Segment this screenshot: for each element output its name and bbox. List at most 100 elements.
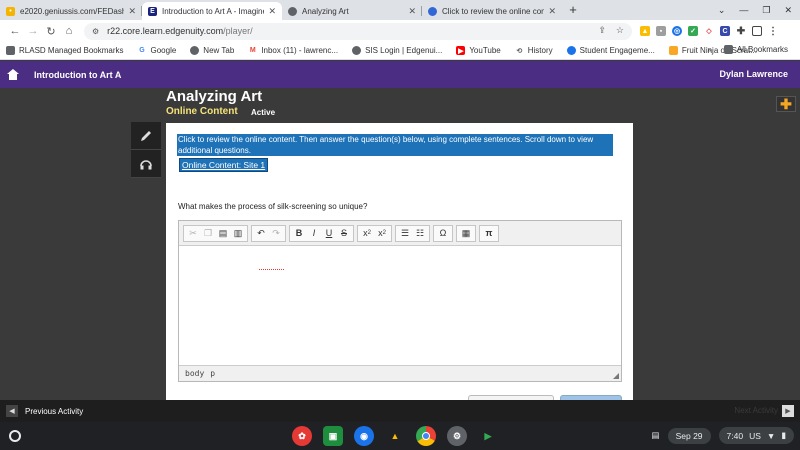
previous-activity-link[interactable]: Previous Activity: [25, 407, 83, 416]
tab-geniussis[interactable]: • e2020.geniussis.com/FEDashb ✕: [0, 2, 142, 20]
question-text: What makes the process of silk-screening…: [178, 202, 368, 211]
folder-icon: [723, 45, 733, 54]
editor-status-bar: body p: [179, 365, 621, 381]
path-p[interactable]: p: [210, 369, 215, 378]
bookmark-rlasd[interactable]: RLASD Managed Bookmarks: [6, 46, 124, 55]
drive-icon[interactable]: ▲: [640, 26, 650, 36]
main-area: Analyzing Art Online Content Active ✚ Cl…: [0, 88, 800, 401]
extension-green-icon[interactable]: ✓: [688, 26, 698, 36]
bookmark-student-engagement[interactable]: Student Engageme...: [566, 46, 655, 55]
history-icon: ⟲: [514, 46, 524, 55]
tab-introduction-to-art[interactable]: E Introduction to Art A - Imagine E ✕: [142, 2, 282, 20]
launcher-icon[interactable]: [9, 430, 21, 442]
maximize-icon[interactable]: ❐: [762, 5, 770, 16]
gmail-icon: M: [248, 46, 258, 55]
user-name[interactable]: Dylan Lawrence: [719, 69, 788, 79]
puzzle-icon[interactable]: ✚: [736, 26, 746, 37]
url-input[interactable]: ⚙ r22.core.learn.edgenuity.com/player/ ⇪…: [84, 22, 632, 40]
table-icon[interactable]: ▦: [459, 226, 473, 241]
globe-icon: [288, 6, 297, 16]
bookmark-inbox[interactable]: M Inbox (11) - lawrenc...: [248, 46, 338, 55]
new-tab-button[interactable]: +: [562, 2, 584, 20]
superscript-icon[interactable]: x2: [375, 226, 389, 241]
bold-icon[interactable]: B: [292, 226, 306, 241]
reload-icon[interactable]: ↻: [42, 25, 60, 38]
play-store-icon[interactable]: ▶: [478, 426, 498, 446]
bookmark-sis-login[interactable]: SIS Login | Edgenui...: [352, 46, 442, 55]
close-icon[interactable]: ✕: [268, 6, 276, 17]
plus-button[interactable]: ✚: [776, 96, 796, 112]
close-icon[interactable]: ✕: [408, 6, 416, 17]
italic-icon[interactable]: I: [307, 226, 321, 241]
tab-analyzing-art[interactable]: Analyzing Art ✕: [282, 2, 422, 20]
tab-click-to-review[interactable]: Click to review the online conten ✕: [422, 2, 562, 20]
status-area[interactable]: 7:40 US ▼ ▮: [718, 427, 794, 444]
app-icon-red[interactable]: ✿: [292, 426, 312, 446]
os-shelf: ✿ ▣ ◉ ▲ ⚙ ▶ ▤ Sep 29 7:40 US ▼ ▮: [0, 422, 800, 450]
redo-icon[interactable]: ↷: [269, 226, 283, 241]
cut-icon[interactable]: ✂: [186, 226, 200, 241]
bookmark-google[interactable]: G Google: [137, 46, 176, 55]
undo-icon[interactable]: ↶: [254, 226, 268, 241]
paste-icon[interactable]: ▤: [216, 226, 230, 241]
bookmarks-overflow-button[interactable]: »: [707, 45, 711, 54]
bookmark-new-tab[interactable]: New Tab: [190, 46, 234, 55]
drive-icon[interactable]: ▲: [385, 426, 405, 446]
strikethrough-icon[interactable]: S: [337, 226, 351, 241]
bookmark-history[interactable]: ⟲ History: [514, 46, 553, 55]
resize-handle[interactable]: [613, 373, 619, 379]
close-icon[interactable]: ✕: [548, 6, 556, 17]
paste-text-icon[interactable]: ▥: [231, 226, 245, 241]
bulleted-list-icon[interactable]: ☷: [413, 226, 427, 241]
date-pill[interactable]: Sep 29: [667, 427, 711, 444]
chrome-icon[interactable]: [416, 426, 436, 446]
minimize-icon[interactable]: —: [739, 5, 748, 15]
extension-c-icon[interactable]: C: [720, 26, 730, 36]
copy-icon[interactable]: ❐: [201, 226, 215, 241]
pi-icon[interactable]: π: [482, 226, 496, 241]
system-tray: ▤ Sep 29 7:40 US ▼ ▮: [652, 427, 794, 444]
special-char-group: Ω: [433, 224, 453, 242]
course-title: Introduction to Art A: [34, 69, 122, 80]
camera-icon[interactable]: ◉: [354, 426, 374, 446]
bookmark-star-icon[interactable]: ☆: [616, 25, 624, 36]
activity-type: Online Content: [166, 106, 238, 117]
online-content-link[interactable]: Online Content: Site 1: [179, 158, 269, 172]
bookmarks-bar: RLASD Managed Bookmarks G Google New Tab …: [0, 42, 800, 60]
menu-dots-icon[interactable]: ⋮: [768, 26, 778, 37]
back-icon[interactable]: ←: [6, 25, 24, 37]
close-icon[interactable]: ✕: [128, 6, 136, 17]
answer-text-area[interactable]: [179, 247, 621, 365]
forward-icon[interactable]: →: [24, 25, 42, 37]
bookmark-youtube[interactable]: ▶ YouTube: [456, 46, 501, 55]
path-body[interactable]: body: [185, 369, 204, 378]
numbered-list-icon[interactable]: ☰: [398, 226, 412, 241]
classroom-icon[interactable]: ▣: [323, 426, 343, 446]
subscript-icon[interactable]: x2: [360, 226, 374, 241]
docs-icon[interactable]: ▪: [656, 26, 666, 36]
side-tools: [131, 122, 161, 178]
next-activity-link[interactable]: Next Activity: [734, 406, 778, 415]
extension-blue-icon[interactable]: ◎: [672, 26, 682, 36]
share-icon[interactable]: ⇪: [598, 25, 606, 36]
next-arrow-icon[interactable]: ▶: [782, 405, 794, 417]
clipboard-tray-icon[interactable]: ▤: [652, 430, 660, 441]
side-panel-icon[interactable]: [752, 26, 762, 36]
globe-icon: [190, 46, 200, 55]
all-bookmarks-button[interactable]: All Bookmarks: [723, 45, 788, 54]
underline-icon[interactable]: U: [322, 226, 336, 241]
notes-button[interactable]: [131, 122, 161, 150]
settings-icon[interactable]: ⚙: [447, 426, 467, 446]
site-info-icon[interactable]: ⚙: [92, 27, 99, 36]
rich-text-editor: ✂ ❐ ▤ ▥ ↶ ↷ B I U S x2 x2 ☰ ☷ Ω ▦ π body…: [178, 220, 622, 382]
extension-red-icon[interactable]: ◇: [704, 26, 714, 36]
shield-icon: [428, 6, 437, 16]
chevron-down-icon[interactable]: ⌄: [718, 5, 726, 16]
close-window-icon[interactable]: ✕: [784, 5, 792, 16]
omega-icon[interactable]: Ω: [436, 226, 450, 241]
previous-arrow-icon[interactable]: ◀: [6, 405, 18, 417]
format-group: B I U S: [289, 224, 354, 242]
home-icon[interactable]: ⌂: [60, 25, 78, 37]
home-button[interactable]: [0, 61, 26, 88]
audio-button[interactable]: [131, 150, 161, 178]
